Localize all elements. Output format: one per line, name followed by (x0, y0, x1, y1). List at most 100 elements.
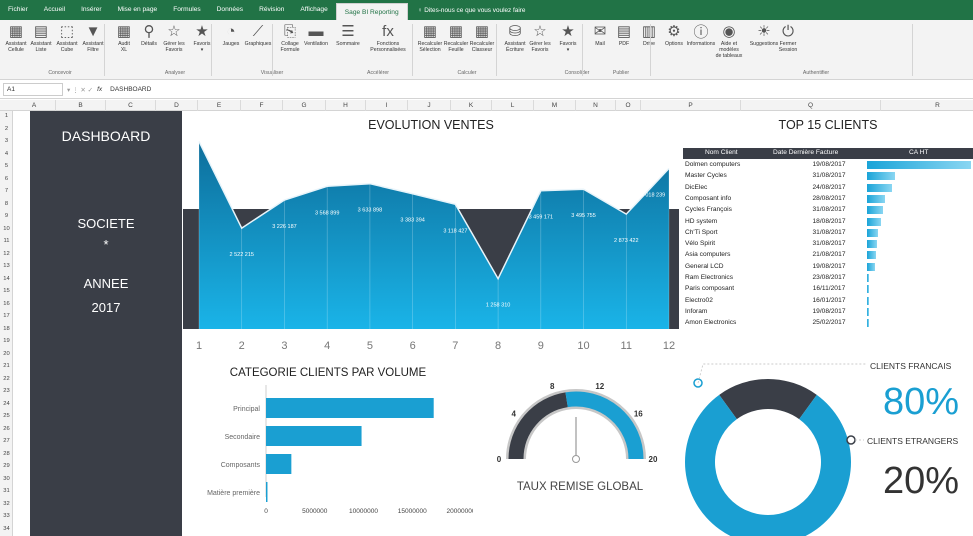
column-header-F[interactable]: F (241, 100, 283, 111)
row-header-21[interactable]: 21 (0, 363, 13, 369)
name-box[interactable]: A1 (3, 83, 63, 96)
row-header-26[interactable]: 26 (0, 426, 13, 432)
table-row[interactable]: DicElec 24/08/2017 (683, 183, 973, 194)
menu-item-4[interactable]: Formules (165, 0, 208, 20)
ribbon-button-16[interactable]: ▦ Recalculer Classeur (466, 21, 498, 53)
row-header-31[interactable]: 31 (0, 488, 13, 494)
column-header-J[interactable]: J (408, 100, 451, 111)
row-header-33[interactable]: 33 (0, 513, 13, 519)
francais-slice (685, 394, 851, 536)
row-header-25[interactable]: 25 (0, 413, 13, 419)
row-header-30[interactable]: 30 (0, 476, 13, 482)
column-header-R[interactable]: R (881, 100, 973, 111)
menu-item-2[interactable]: Insérer (73, 0, 110, 20)
menu-item-0[interactable]: Fichier (0, 0, 36, 20)
row-header-7[interactable]: 7 (0, 188, 13, 194)
column-header-N[interactable]: N (576, 100, 616, 111)
row-header-27[interactable]: 27 (0, 438, 13, 444)
column-header-G[interactable]: G (283, 100, 326, 111)
row-header-28[interactable]: 28 (0, 451, 13, 457)
ribbon-button-9[interactable]: ⟋ Graphiques (242, 21, 274, 48)
ribbon-button-19[interactable]: ★ Favoris ▾ (552, 21, 584, 53)
formula-input[interactable]: DASHBOARD (110, 86, 151, 93)
row-header-10[interactable]: 10 (0, 226, 13, 232)
row-header-1[interactable]: 1 (0, 113, 13, 119)
column-header-K[interactable]: K (451, 100, 492, 111)
table-row[interactable]: Ram Electronics 23/08/2017 (683, 273, 973, 284)
fx-icon[interactable]: fx (97, 86, 102, 93)
ribbon-button-13[interactable]: fx Fonctions Personnalisées (370, 21, 405, 54)
ribbon-button-7[interactable]: ★ Favoris ▾ (186, 21, 218, 53)
table-row[interactable]: Asia computers 21/08/2017 (683, 250, 973, 261)
row-header-13[interactable]: 13 (0, 263, 13, 269)
column-header-P[interactable]: P (641, 100, 741, 111)
column-header-B[interactable]: B (56, 100, 106, 111)
row-header-3[interactable]: 3 (0, 138, 13, 144)
client-name: General LCD (685, 262, 724, 270)
row-header-29[interactable]: 29 (0, 463, 13, 469)
column-header-M[interactable]: M (534, 100, 576, 111)
x-tick-label: 5000000 (302, 508, 328, 515)
row-header-8[interactable]: 8 (0, 201, 13, 207)
row-header-14[interactable]: 14 (0, 276, 13, 282)
table-row[interactable]: Electro02 16/01/2017 (683, 296, 973, 307)
table-row[interactable]: Vélo Spirit 31/08/2017 (683, 239, 973, 250)
table-row[interactable]: Amon Electronics 25/02/2017 (683, 318, 973, 329)
menu-item-8[interactable]: Sage BI Reporting (335, 3, 408, 20)
row-header-16[interactable]: 16 (0, 301, 13, 307)
row-header-11[interactable]: 11 (0, 238, 13, 244)
column-header-Q[interactable]: Q (741, 100, 881, 111)
row-header-4[interactable]: 4 (0, 151, 13, 157)
ribbon-button-25[interactable]: ◉ Aide et modèles de tableaux (713, 21, 745, 59)
column-header-O[interactable]: O (616, 100, 641, 111)
ribbon-button-12[interactable]: ☰ Sommaire (332, 21, 364, 47)
formula-bar-controls[interactable]: ▾ ⋮ ✕ ✓ (67, 86, 93, 94)
row-header-19[interactable]: 19 (0, 338, 13, 344)
row-header-9[interactable]: 9 (0, 213, 13, 219)
etrangers-marker (846, 435, 856, 445)
table-row[interactable]: Master Cycles 31/08/2017 (683, 171, 973, 182)
row-header-18[interactable]: 18 (0, 326, 13, 332)
column-header-D[interactable]: D (156, 100, 198, 111)
annee-value[interactable]: 2017 (30, 300, 182, 315)
row-header-34[interactable]: 34 (0, 526, 13, 532)
column-header-A[interactable]: A (13, 100, 56, 111)
row-header-23[interactable]: 23 (0, 388, 13, 394)
menu-item-7[interactable]: Affichage (292, 0, 335, 20)
table-row[interactable]: Paris composant 16/11/2017 (683, 284, 973, 295)
tell-me-search[interactable]: ♀ Dites-nous ce que vous voulez faire (418, 7, 526, 14)
table-row[interactable]: Cycles François 31/08/2017 (683, 205, 973, 216)
drive-icon: ▥ (641, 23, 657, 40)
row-header-32[interactable]: 32 (0, 501, 13, 507)
societe-value[interactable]: * (30, 237, 182, 252)
row-header-6[interactable]: 6 (0, 176, 13, 182)
row-header-15[interactable]: 15 (0, 288, 13, 294)
category-bar (266, 454, 292, 474)
row-header-22[interactable]: 22 (0, 376, 13, 382)
row-header-2[interactable]: 2 (0, 126, 13, 132)
column-header-L[interactable]: L (492, 100, 534, 111)
row-header-24[interactable]: 24 (0, 401, 13, 407)
column-header-H[interactable]: H (326, 100, 366, 111)
column-header-E[interactable]: E (198, 100, 241, 111)
table-row[interactable]: General LCD 19/08/2017 (683, 262, 973, 273)
menu-item-3[interactable]: Mise en page (110, 0, 166, 20)
menu-item-6[interactable]: Révision (251, 0, 292, 20)
write-wizard-icon: ⛁ (508, 23, 522, 40)
x-tick-label: 10 (577, 340, 589, 352)
ribbon-button-11[interactable]: ▬ Ventilation (300, 21, 332, 48)
row-header-12[interactable]: 12 (0, 251, 13, 257)
table-row[interactable]: Inforam 19/08/2017 (683, 307, 973, 318)
column-header-C[interactable]: C (106, 100, 156, 111)
row-header-5[interactable]: 5 (0, 163, 13, 169)
table-row[interactable]: Composant info 28/08/2017 (683, 194, 973, 205)
table-row[interactable]: Dolmen computers 19/08/2017 (683, 160, 973, 171)
column-header-I[interactable]: I (366, 100, 408, 111)
table-row[interactable]: Ch'Ti Sport 31/08/2017 (683, 228, 973, 239)
row-header-17[interactable]: 17 (0, 313, 13, 319)
ribbon-button-27[interactable]: ⏻ Fermer Session (772, 21, 804, 54)
menu-item-5[interactable]: Données (209, 0, 251, 20)
row-header-20[interactable]: 20 (0, 351, 13, 357)
menu-item-1[interactable]: Accueil (36, 0, 73, 20)
table-row[interactable]: HD system 18/08/2017 (683, 217, 973, 228)
